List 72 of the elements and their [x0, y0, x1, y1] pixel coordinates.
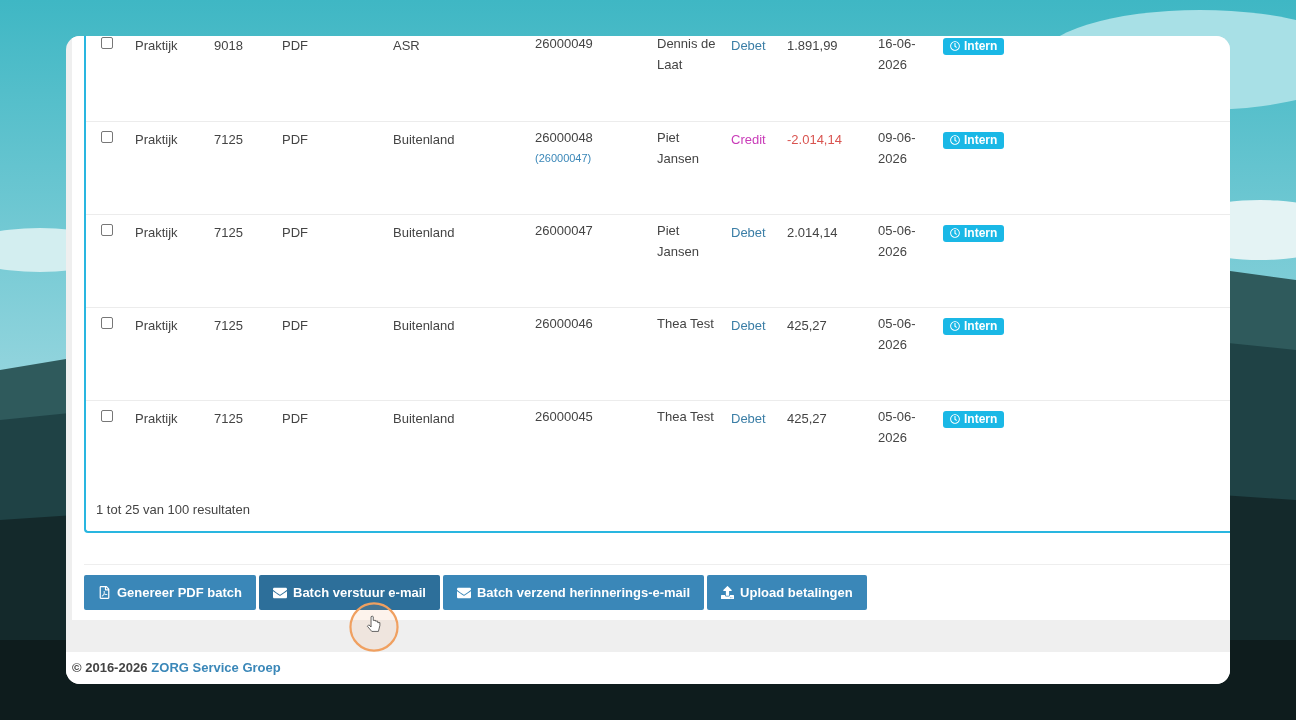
table-cell: 7125 [214, 318, 243, 333]
action-button[interactable]: Genereer PDF batch [84, 575, 256, 610]
table-cell: PDF [282, 318, 308, 333]
table-cell: 7125 [214, 132, 243, 147]
table-cell: Debet [731, 225, 766, 240]
table-cell-text: 26000049 [535, 36, 593, 53]
action-button[interactable]: Batch verzend herinnerings-e-mail [442, 575, 705, 610]
envelope-icon [456, 585, 471, 600]
table-cell-text: Thea Test [657, 408, 715, 426]
table-cell: 7125 [214, 225, 243, 240]
table-cell: PDF [282, 38, 308, 53]
status-badge: Intern [943, 317, 1005, 335]
table-cell-text: Dennis de Laat [657, 36, 717, 74]
row-checkbox[interactable] [101, 224, 113, 236]
table-cell: Credit [731, 132, 766, 147]
table-cell-text: 26000047 [535, 222, 593, 240]
table-cell-text: 26000045 [535, 408, 593, 426]
upload-icon [721, 586, 735, 599]
table-cell: Buitenland [393, 411, 455, 426]
table-cell-text: 05-06-2026 [878, 222, 917, 261]
clock-icon [950, 135, 960, 145]
status-badge: Intern [943, 37, 1005, 55]
table-cell: Praktijk [135, 225, 178, 240]
results-count: 1 tot 25 van 100 resultaten [96, 502, 250, 517]
table-cell: PDF [282, 132, 308, 147]
table-cell: Debet [731, 318, 766, 333]
table-cell-text: 09-06-2026 [878, 129, 917, 168]
table-cell-text: 26000046 [535, 315, 593, 333]
table-cell: 1.891,99 [787, 38, 838, 53]
table-cell: Debet [731, 411, 766, 426]
table-cell: 7125 [214, 411, 243, 426]
status-badge: Intern [943, 410, 1005, 428]
table-cell: Buitenland [393, 318, 455, 333]
table-cell: Debet [731, 38, 766, 53]
row-checkbox[interactable] [101, 131, 113, 143]
table-cell-text: 16-06-2026 [878, 36, 917, 74]
table-cell: Buitenland [393, 132, 455, 147]
table-cell: Buitenland [393, 225, 455, 240]
table-cell: PDF [282, 225, 308, 240]
table-cell: Praktijk [135, 132, 178, 147]
table-cell-text: Thea Test [657, 315, 715, 333]
action-button[interactable]: Upload betalingen [707, 575, 867, 610]
table-cell-text: Piet Jansen [657, 129, 700, 168]
status-badge: Intern [943, 224, 1005, 242]
company-link[interactable]: ZORG Service Groep [151, 658, 281, 678]
action-button[interactable]: Batch verstuur e-mail [259, 575, 440, 610]
table-cell: 425,27 [787, 411, 827, 426]
clock-icon [950, 321, 960, 331]
reference-link[interactable]: (26000047) [535, 148, 592, 168]
clock-icon [950, 41, 960, 51]
envelope-icon [273, 585, 287, 600]
table-cell-text: Piet Jansen [657, 222, 700, 261]
row-checkbox[interactable] [101, 317, 113, 329]
table-cell: Praktijk [135, 318, 178, 333]
table-cell: ASR [393, 38, 420, 53]
table-cell: Praktijk [135, 411, 178, 426]
table-cell-text: 05-06-2026 [878, 315, 917, 354]
table-cell: 9018 [214, 38, 243, 53]
status-badge: Intern [943, 131, 1005, 149]
table-cell-text: 26000048 [535, 129, 593, 147]
row-checkbox[interactable] [101, 410, 113, 422]
clock-icon [950, 414, 960, 424]
table-cell: PDF [282, 411, 308, 426]
table-cell: 425,27 [787, 318, 827, 333]
table-cell: -2.014,14 [787, 132, 842, 147]
pdf-file-icon [98, 586, 111, 599]
row-checkbox[interactable] [101, 37, 113, 49]
table-cell-text: 05-06-2026 [878, 408, 917, 447]
table-cell: Praktijk [135, 38, 178, 53]
clock-icon [950, 228, 960, 238]
table-cell: 2.014,14 [787, 225, 838, 240]
copyright-text: © 2016-2026 [72, 659, 148, 678]
